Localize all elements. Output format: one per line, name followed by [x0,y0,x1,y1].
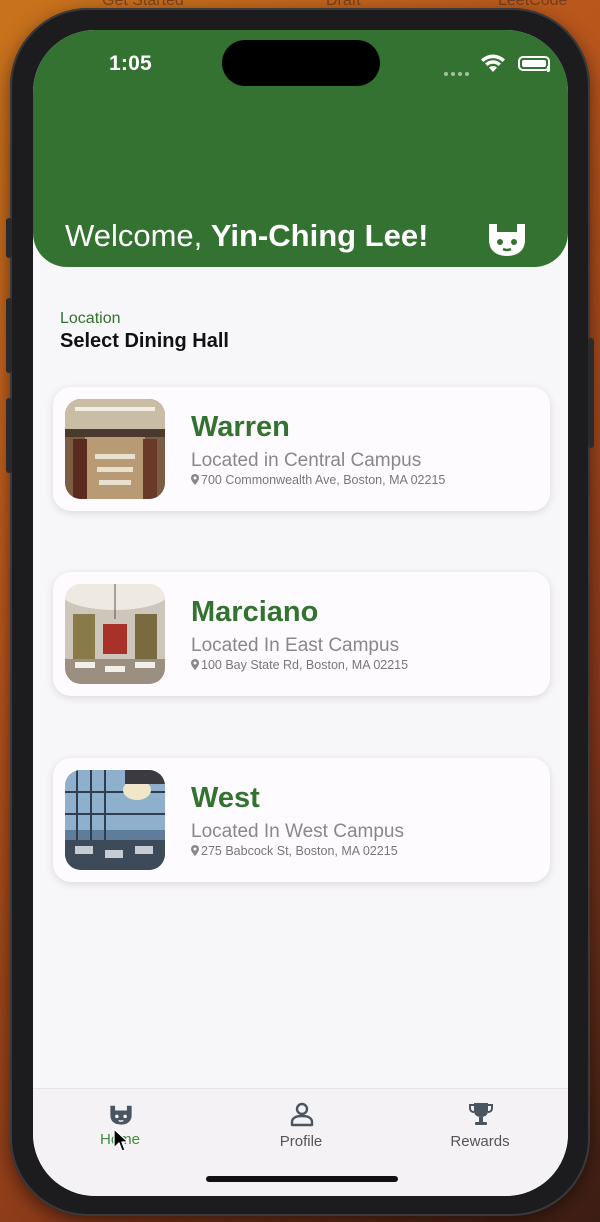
dining-hall-address: 275 Babcock St, Boston, MA 02215 [191,844,398,858]
dining-hall-address: 700 Commonwealth Ave, Boston, MA 02215 [191,473,445,487]
dining-hall-campus: Located In East Campus [191,635,400,656]
dining-hall-name: West [191,782,260,814]
dining-hall-card-west[interactable]: West Located In West Campus 275 Babcock … [53,758,550,882]
battery-icon [518,56,550,72]
dining-hall-card-warren[interactable]: Warren Located in Central Campus 700 Com… [53,387,550,511]
dining-hall-photo [65,584,165,684]
desktop-label: Draft [326,0,361,9]
cellular-signal-icon [444,63,474,76]
dining-hall-card-marciano[interactable]: Marciano Located In East Campus 100 Bay … [53,572,550,696]
desktop-label: Get Started [102,0,184,9]
tab-label: Rewards [450,1133,510,1150]
trophy-icon [469,1103,493,1125]
dining-hall-photo [65,770,165,870]
dining-hall-name: Marciano [191,596,319,628]
volume-up-button [6,298,12,373]
welcome-message: Welcome, Yin-Ching Lee! [65,218,428,254]
select-dining-hall-title: Select Dining Hall [60,330,229,352]
location-label: Location [60,310,121,327]
tab-rewards[interactable]: Rewards [420,1089,540,1159]
phone-frame: 1:05 Welcome, Yin-Ching Lee! Location Se… [6,8,594,1216]
tab-label: Profile [279,1133,323,1150]
mouse-cursor-icon [113,1128,129,1152]
action-button [6,218,12,258]
address-text: 100 Bay State Rd, Boston, MA 02215 [201,658,409,672]
app-logo-icon [489,224,525,256]
location-pin-icon [191,845,199,856]
home-logo-icon [110,1105,132,1125]
address-text: 700 Commonwealth Ave, Boston, MA 02215 [201,473,446,487]
dining-hall-campus: Located In West Campus [191,821,404,842]
dining-hall-address: 100 Bay State Rd, Boston, MA 02215 [191,658,408,672]
app-screen: 1:05 Welcome, Yin-Ching Lee! Location Se… [33,30,568,1196]
header: 1:05 Welcome, Yin-Ching Lee! [33,30,568,267]
user-name: Yin-Ching Lee! [210,218,429,253]
tab-profile[interactable]: Profile [241,1089,361,1159]
power-button [588,338,594,448]
wifi-icon [481,54,505,72]
location-pin-icon [191,659,199,670]
desktop-label: LeetCode [498,0,568,9]
person-icon [290,1102,314,1127]
home-indicator[interactable] [206,1176,398,1182]
status-time: 1:05 [109,52,152,75]
dining-hall-name: Warren [191,411,290,443]
location-pin-icon [191,474,199,485]
volume-down-button [6,398,12,473]
dynamic-island [222,40,380,86]
welcome-prefix: Welcome, [65,218,211,253]
dining-hall-photo [65,399,165,499]
address-text: 275 Babcock St, Boston, MA 02215 [201,844,398,858]
dining-hall-campus: Located in Central Campus [191,450,422,471]
